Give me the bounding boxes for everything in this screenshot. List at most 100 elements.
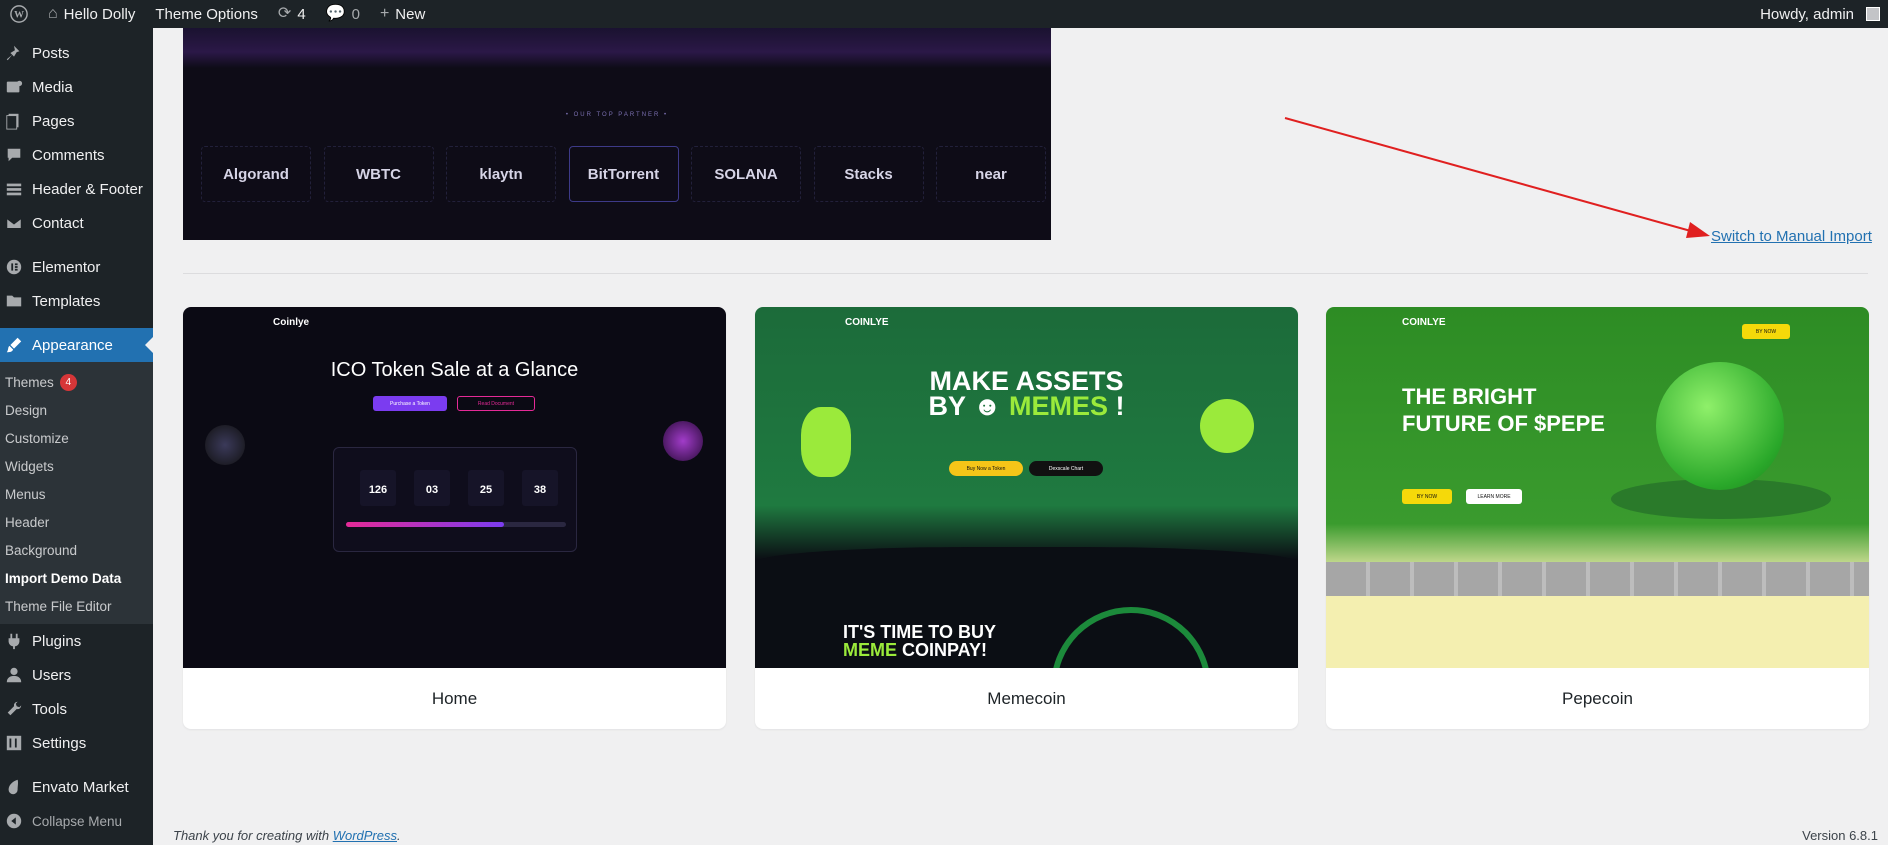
menu-tools[interactable]: Tools [0,692,153,726]
partner-logos: Algorand WBTC klaytn BitTorrent SOLANA S… [201,146,1046,202]
svg-text:W: W [14,10,24,21]
collapse-icon [4,811,24,831]
submenu-import-demo-data[interactable]: Import Demo Data [0,564,153,592]
demo-preview-image: Coinlye ICO Token Sale at a Glance Purch… [183,307,726,668]
footer-credit: Thank you for creating with WordPress. [173,828,401,843]
submenu-menus[interactable]: Menus [0,480,153,508]
menu-appearance[interactable]: Appearance [0,328,153,362]
demo-preview-image: COINLYE BY NOW THE BRIGHT FUTURE OF $PEPE… [1326,307,1869,668]
demo-card-title: Pepecoin [1562,688,1633,708]
appearance-submenu: Themes 4 Design Customize Widgets Menus H… [0,362,153,624]
comment-icon: 💬 [325,5,346,22]
demo-preview-image: COINLYE MAKE ASSETS BY ☻ MEMES ! Buy Now … [755,307,1298,668]
preview-button: BY NOW [1742,324,1790,339]
menu-pages[interactable]: Pages [0,104,153,138]
tools-icon [4,699,24,719]
partner-label: • OUR TOP PARTNER • [565,112,669,118]
refresh-icon: ⟳ [277,5,292,22]
settings-icon [4,733,24,753]
demo-card-title: Home [431,688,478,708]
elementor-icon [4,257,24,277]
wordpress-link[interactable]: WordPress [333,828,397,843]
menu-users[interactable]: Users [0,658,153,692]
plus-icon: + [379,5,390,22]
coin-graphic [1656,362,1784,490]
stones-graphic [1326,562,1869,596]
partner-logo: SOLANA [691,146,801,202]
update-count-badge: 4 [59,373,77,391]
pin-icon [4,43,24,63]
demo-card-pepecoin[interactable]: COINLYE BY NOW THE BRIGHT FUTURE OF $PEPE… [1326,307,1869,729]
envato-icon [4,777,24,797]
admin-bar: W ⌂ Hello Dolly Theme Options ⟳ 4 💬 0 + … [0,0,1888,28]
preview-wave [755,547,1298,668]
preview-headline: THE BRIGHT FUTURE OF $PEPE [1402,384,1605,436]
preview-button: Purchase a Token [373,396,447,411]
coin-graphic [205,425,245,465]
comments-link[interactable]: 💬 0 [316,0,370,28]
new-content-link[interactable]: + New [370,0,435,28]
menu-templates[interactable]: Templates [0,284,153,318]
plugin-icon [4,631,24,651]
submenu-header[interactable]: Header [0,508,153,536]
mascot-graphic [801,407,851,477]
demo-preview-partial: • OUR TOP PARTNER • Algorand WBTC klaytn… [183,28,1051,240]
coin-graphic [663,421,703,461]
countdown-value: 25 [468,470,504,506]
partner-logo: WBTC [323,146,434,202]
users-icon [4,665,24,685]
folder-icon [4,291,24,311]
brush-icon [4,335,24,355]
menu-elementor[interactable]: Elementor [0,250,153,284]
media-icon [4,77,24,97]
account-menu[interactable]: Howdy, admin [1750,0,1888,28]
preview-nav: Coinlye [273,316,310,328]
sale-progress-fill [346,522,505,527]
preview-subheadline: IT'S TIME TO BUY MEME COINPAY! [843,622,996,660]
partner-logo: klaytn [446,146,556,202]
footer-version: Version 6.8.1 [1802,828,1878,843]
submenu-background[interactable]: Background [0,536,153,564]
mascot-graphic [1200,399,1254,453]
site-name-link[interactable]: ⌂ Hello Dolly [38,0,145,28]
preview-nav: COINLYE [845,316,889,328]
partner-logo: Algorand [201,146,311,202]
switch-to-manual-import-link[interactable]: Switch to Manual Import [1711,228,1872,245]
admin-sidebar: Posts Media Pages Comments Header & Foot… [0,28,153,845]
header-footer-icon [4,179,24,199]
menu-header-footer[interactable]: Header & Footer [0,172,153,206]
submenu-themes[interactable]: Themes 4 [0,368,153,396]
demo-card-memecoin[interactable]: COINLYE MAKE ASSETS BY ☻ MEMES ! Buy Now … [755,307,1298,729]
wordpress-logo-icon[interactable]: W [0,0,38,28]
submenu-widgets[interactable]: Widgets [0,452,153,480]
menu-media[interactable]: Media [0,70,153,104]
updates-link[interactable]: ⟳ 4 [268,0,316,28]
countdown-panel: 126 03 25 38 [333,447,577,552]
pages-icon [4,111,24,131]
main-content: • OUR TOP PARTNER • Algorand WBTC klaytn… [153,28,1888,845]
avatar [1866,7,1880,21]
preview-button: Dexscale Chart [1029,461,1103,476]
preview-button: LEARN MORE [1466,489,1522,504]
theme-options-link[interactable]: Theme Options [145,0,268,28]
menu-settings[interactable]: Settings [0,726,153,760]
submenu-customize[interactable]: Customize [0,424,153,452]
divider [183,273,1868,274]
demo-card-home[interactable]: Coinlye ICO Token Sale at a Glance Purch… [183,307,726,729]
menu-comments[interactable]: Comments [0,138,153,172]
countdown-value: 38 [522,470,558,506]
preview-headline: ICO Token Sale at a Glance [330,359,579,381]
menu-envato-market[interactable]: Envato Market [0,770,153,804]
preview-button: Buy Now a Token [949,461,1023,476]
mail-icon [4,213,24,233]
comment-icon [4,145,24,165]
sale-progress-bar [346,522,566,527]
menu-contact[interactable]: Contact [0,206,153,240]
submenu-design[interactable]: Design [0,396,153,424]
submenu-theme-file-editor[interactable]: Theme File Editor [0,592,153,620]
menu-plugins[interactable]: Plugins [0,624,153,658]
preview-header-band [183,28,1051,68]
countdown-value: 03 [414,470,450,506]
menu-posts[interactable]: Posts [0,36,153,70]
collapse-menu-button[interactable]: Collapse Menu [0,804,153,838]
